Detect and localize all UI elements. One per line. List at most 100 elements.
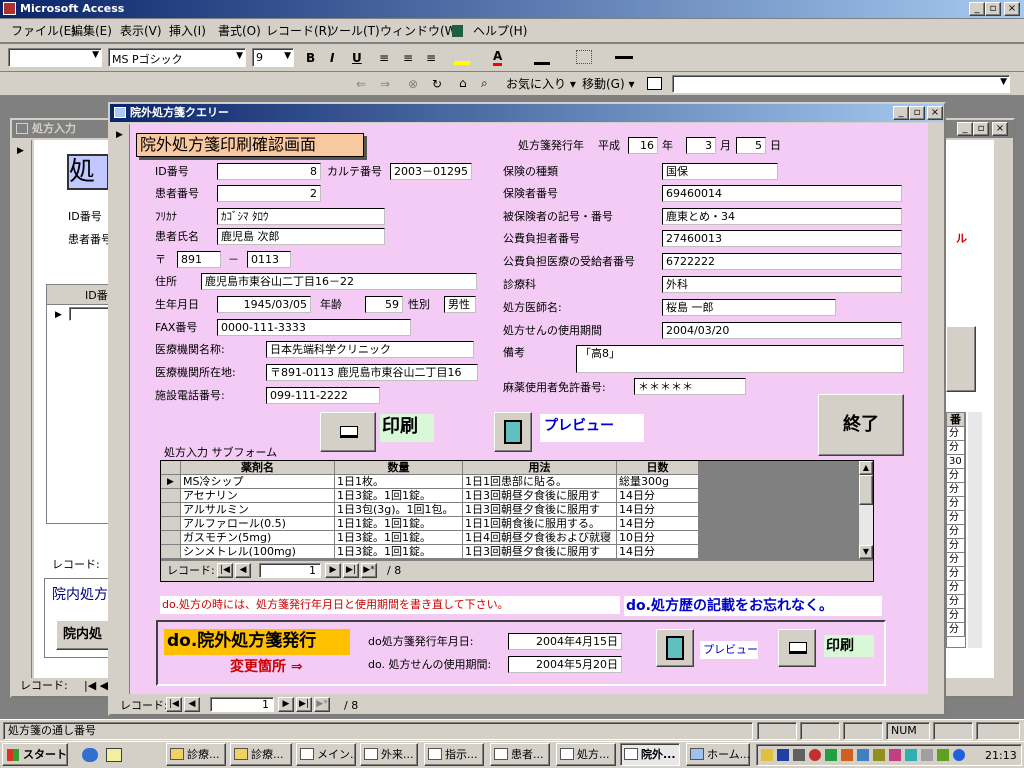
postal-code-2-field[interactable]: 0113 [247, 251, 291, 268]
grid-cell-usage[interactable]: 1日1回患部に貼る。 [463, 475, 617, 489]
query-record-selector[interactable]: ▶ [110, 124, 130, 694]
grid-cell-usage[interactable]: 1日3回朝昼夕食後に服用す [463, 545, 617, 559]
line-color-icon[interactable] [534, 50, 550, 65]
align-left-icon[interactable]: ≡ [379, 51, 389, 65]
menu-records[interactable]: レコード(R) [266, 24, 332, 38]
postal-code-1-field[interactable]: 891 [177, 251, 221, 268]
line-width-icon[interactable] [615, 56, 633, 59]
grid-scrollbar[interactable]: ▲ ▼ [859, 461, 873, 559]
exit-button[interactable]: 終了 [818, 394, 904, 456]
grid-row-selector[interactable] [161, 545, 181, 559]
do-preview-button[interactable] [656, 629, 694, 667]
bg-right-button[interactable] [946, 326, 976, 392]
id-number-field[interactable]: 8 [217, 163, 321, 180]
narcotic-license-field[interactable]: ＊＊＊＊＊ [634, 378, 746, 395]
current-record-field[interactable]: 1 [210, 697, 274, 712]
menu-insert[interactable]: 挿入(I) [169, 24, 206, 38]
tray-icon-7[interactable] [857, 749, 869, 761]
insured-code-field[interactable]: 鹿東とめ・34 [662, 208, 902, 225]
fax-field[interactable]: 0000-111-3333 [217, 319, 411, 336]
scroll-thumb[interactable] [859, 475, 873, 505]
tray-icon-3[interactable] [793, 749, 805, 761]
valid-period-field[interactable]: 2004/03/20 [662, 322, 902, 339]
task-item-1[interactable]: 診療... [166, 743, 226, 766]
patient-number-field[interactable]: 2 [217, 185, 321, 202]
grid-cell-quantity[interactable]: 1日1枚。 [335, 475, 463, 489]
grid-cell-drug[interactable]: アルファロール(0.5) [181, 517, 335, 531]
stop-icon[interactable]: ⊗ [408, 77, 418, 91]
tray-icon-12[interactable] [937, 749, 949, 761]
prev-record-button[interactable]: ◀ [184, 697, 200, 712]
menu-file[interactable]: ファイル(E) [11, 24, 76, 38]
menu-help[interactable]: ヘルプ(H) [473, 24, 527, 38]
home-icon[interactable]: ⌂ [459, 76, 467, 90]
refresh-icon[interactable]: ↻ [432, 77, 442, 91]
grid-cell-drug[interactable]: アルサルミン [181, 503, 335, 517]
grid-cell-drug[interactable]: MS冷シップ [181, 475, 335, 489]
menu-tools[interactable]: ツール(T) [327, 24, 380, 38]
menu-window[interactable]: ウィンドウ(W) [380, 24, 461, 38]
department-field[interactable]: 外科 [662, 276, 902, 293]
grid-cell-days[interactable]: 総量300g [617, 475, 699, 489]
fill-color-icon[interactable] [454, 50, 470, 65]
menu-format[interactable]: 書式(O) [218, 24, 261, 38]
sub-last-record-button[interactable]: ▶| [343, 563, 359, 578]
quicklaunch-ie-icon[interactable] [82, 748, 98, 762]
goto-menu[interactable]: 移動(G) ▾ [582, 77, 635, 91]
sub-prev-record-button[interactable]: ◀ [235, 563, 251, 578]
grid-cell-drug[interactable]: ガスモチン(5mg) [181, 531, 335, 545]
menu-edit[interactable]: 編集(E) [71, 24, 112, 38]
bg-right-scrollbar[interactable] [968, 412, 982, 648]
query-minimize-button[interactable]: _ [893, 106, 909, 120]
last-record-button[interactable]: ▶| [296, 697, 312, 712]
institution-name-field[interactable]: 日本先端科学クリニック [266, 341, 474, 358]
grid-cell-usage[interactable]: 1日3回朝昼夕食後に服用す [463, 503, 617, 517]
quicklaunch-desktop-icon[interactable] [106, 748, 122, 762]
sub-new-record-button[interactable]: ▶* [361, 563, 377, 578]
address-field[interactable]: 鹿児島市東谷山二丁目16－22 [201, 273, 477, 290]
font-size-select[interactable]: 9 ▼ [252, 48, 294, 67]
tray-icon-9[interactable] [889, 749, 901, 761]
favorites-menu[interactable]: お気に入り ▾ [506, 77, 576, 91]
show-web-only-icon[interactable] [647, 77, 662, 90]
grid-cell-drug[interactable]: アセナリン [181, 489, 335, 503]
grid-row-selector[interactable] [161, 531, 181, 545]
do-print-button[interactable] [778, 629, 816, 667]
new-record-button[interactable]: ▶* [314, 697, 330, 712]
tray-icon-4[interactable] [809, 749, 821, 761]
facility-phone-field[interactable]: 099-111-2222 [266, 387, 380, 404]
grid-row-selector[interactable]: ▶ [161, 475, 181, 489]
grid-cell-days[interactable]: 10日分 [617, 531, 699, 545]
grid-cell-quantity[interactable]: 1日3錠。1回1錠。 [335, 531, 463, 545]
tray-icon-2[interactable] [777, 749, 789, 761]
grid-cell-quantity[interactable]: 1日3錠。1回1錠。 [335, 489, 463, 503]
object-select[interactable]: ▼ [8, 48, 102, 67]
age-field[interactable]: 59 [365, 296, 403, 313]
font-select[interactable]: MS Pゴシック ▼ [108, 48, 246, 67]
grid-cell-quantity[interactable]: 1日1錠。1回1錠。 [335, 517, 463, 531]
grid-cell-usage[interactable]: 1日1回朝食後に服用する。 [463, 517, 617, 531]
forward-icon[interactable]: ⇒ [380, 77, 390, 91]
first-record-button[interactable]: |◀ [166, 697, 182, 712]
menu-view[interactable]: 表示(V) [120, 24, 162, 38]
grid-cell-days[interactable]: 14日分 [617, 503, 699, 517]
task-item-7[interactable]: 処方... [556, 743, 616, 766]
border-icon[interactable] [576, 50, 592, 64]
task-item-8-active[interactable]: 院外... [620, 743, 680, 766]
task-item-6[interactable]: 患者... [490, 743, 550, 766]
tray-icon-13[interactable] [953, 749, 965, 761]
app-minimize-button[interactable]: _ [969, 2, 985, 16]
patient-name-field[interactable]: 鹿児島 次郎 [217, 228, 385, 245]
grid-cell-usage[interactable]: 1日4回朝昼夕食後および就寝 [463, 531, 617, 545]
public-payer-field[interactable]: 27460013 [662, 230, 902, 247]
grid-cell-days[interactable]: 14日分 [617, 545, 699, 559]
issue-month-field[interactable]: 3 [686, 137, 716, 154]
align-right-icon[interactable]: ≡ [426, 51, 436, 65]
grid-row-selector[interactable] [161, 489, 181, 503]
grid-cell-drug[interactable]: シンメトレル(100mg) [181, 545, 335, 559]
print-button[interactable] [320, 412, 376, 452]
grid-cell-quantity[interactable]: 1日3包(3g)。1回1包。 [335, 503, 463, 517]
do-period-field[interactable]: 2004年5月20日 [508, 656, 622, 673]
address-bar[interactable]: ▼ [672, 75, 1010, 93]
doctor-name-field[interactable]: 桜島 一郎 [662, 299, 836, 316]
